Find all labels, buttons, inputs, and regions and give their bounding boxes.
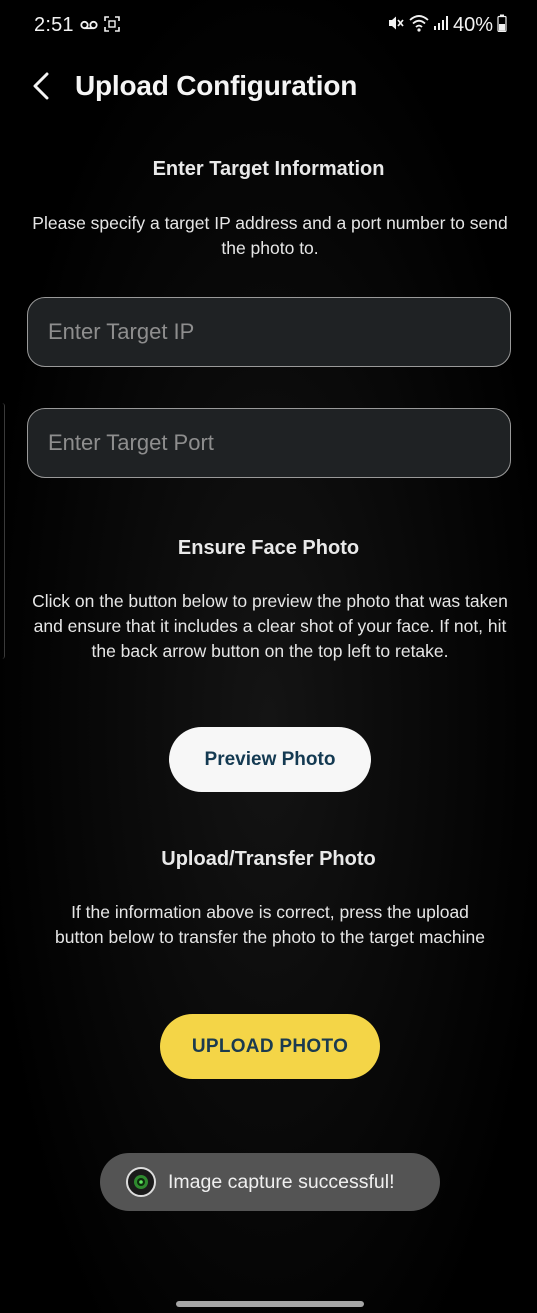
target-ip-input[interactable] [28,298,510,366]
back-button[interactable] [22,68,62,108]
status-bar: 2:51 40% [0,0,537,54]
face-section-description: Click on the button below to preview the… [32,591,508,661]
preview-photo-button[interactable]: Preview Photo [169,727,371,792]
status-left-icons [80,16,120,37]
battery-percent: 40% [452,14,493,36]
battery-icon [497,14,507,37]
screenshot-icon [104,16,120,37]
home-gesture-bar[interactable] [176,1301,364,1307]
back-arrow-icon [31,72,53,105]
page-title: Upload Configuration [75,70,358,101]
mute-icon [387,14,405,37]
edge-panel-handle[interactable] [0,403,5,659]
upload-section-heading: Upload/Transfer Photo [161,848,376,870]
target-port-field[interactable] [27,408,511,478]
target-port-input[interactable] [28,409,510,477]
voicemail-icon [80,18,98,36]
status-right-icons: 40% [387,14,507,37]
toast-message: Image capture successful! [168,1170,395,1193]
target-section-heading: Enter Target Information [152,158,385,180]
upload-photo-button[interactable]: UPLOAD PHOTO [160,1014,380,1079]
signal-icon [433,15,449,36]
target-section-description: Please specify a target IP address and a… [32,213,508,258]
upload-section-description: If the information above is correct, pre… [55,902,485,947]
wifi-icon [409,14,429,37]
target-ip-field[interactable] [27,297,511,367]
status-time: 2:51 [34,14,74,36]
toast-notification: Image capture successful! [100,1153,440,1211]
camera-app-icon [126,1167,156,1197]
face-section-heading: Ensure Face Photo [177,537,360,559]
app-screen: 2:51 40% Upload Configuration Enter Targ… [0,0,537,1313]
